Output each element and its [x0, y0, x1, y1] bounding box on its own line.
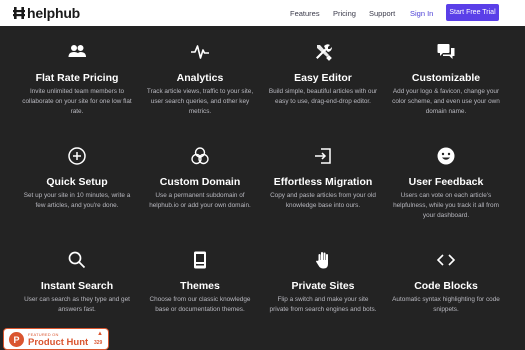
product-hunt-logo-icon: P: [9, 332, 24, 347]
feature-title: Private Sites: [291, 280, 355, 292]
feature-title: Effortless Migration: [273, 176, 373, 188]
feature-description: Invite unlimited team members to collabo…: [22, 88, 132, 115]
product-hunt-name: Product Hunt: [28, 337, 89, 348]
feature-title: Code Blocks: [414, 280, 478, 292]
theme-icon: [194, 251, 206, 269]
feature-title: Analytics: [176, 72, 224, 84]
nav-pricing-label: Pricing: [333, 8, 356, 18]
feature-flat-rate-pricing: Flat Rate Pricing Invite unlimited team …: [19, 42, 135, 117]
feature-description: User can search as they type and get ans…: [24, 296, 130, 313]
start-free-trial-button[interactable]: Start Free Trial: [446, 4, 499, 21]
import-icon: [315, 148, 331, 164]
feature-description: Add your logo & favicon, change your col…: [392, 88, 500, 115]
feature-effortless-migration: Effortless Migration Copy and paste arti…: [265, 146, 381, 211]
feature-description: Use a permanent subdomain of helphub.io …: [149, 192, 251, 209]
feature-title: Themes: [180, 280, 220, 292]
nav-signin-label: Sign In: [410, 8, 434, 18]
nav-pricing-link[interactable]: Pricing: [333, 0, 356, 26]
users-icon: [68, 45, 86, 57]
product-hunt-badge[interactable]: P FEATURED ON Product Hunt ▲ 329: [3, 328, 109, 350]
nav-features-link[interactable]: Features: [290, 0, 320, 26]
feature-description: Copy and paste articles from your old kn…: [270, 192, 376, 209]
feature-title: Customizable: [411, 72, 481, 84]
feature-code-blocks: Code Blocks Automatic syntax highlightin…: [388, 250, 504, 315]
feature-user-feedback: User Feedback Users can vote on each art…: [388, 146, 504, 221]
smile-icon: [437, 147, 455, 165]
plus-circle-icon: [68, 147, 86, 165]
feature-themes: Themes Choose from our classic knowledge…: [142, 250, 258, 315]
feature-description: Set up your site in 10 minutes, write a …: [23, 192, 131, 209]
feature-easy-editor: Easy Editor Build simple, beautiful arti…: [265, 42, 381, 107]
feature-description: Flip a switch and make your site private…: [269, 296, 377, 313]
code-icon: [436, 254, 456, 266]
nav-features-label: Features: [290, 8, 320, 18]
feature-custom-domain: Custom Domain Use a permanent subdomain …: [142, 146, 258, 211]
feature-analytics: Analytics Track article views, traffic t…: [142, 42, 258, 117]
feature-description: Track article views, traffic to your sit…: [146, 88, 254, 115]
feature-private-sites: Private Sites Flip a switch and make you…: [265, 250, 381, 315]
feature-description: Build simple, beautiful articles with ou…: [268, 88, 378, 105]
search-icon: [68, 251, 86, 269]
logo-text: helphub: [27, 5, 81, 21]
feature-quick-setup: Quick Setup Set up your site in 10 minut…: [19, 146, 135, 211]
hand-icon: [316, 252, 328, 269]
feature-title: User Feedback: [408, 176, 484, 188]
feature-title: Easy Editor: [294, 72, 352, 84]
tools-icon: [316, 44, 332, 61]
feature-title: Flat Rate Pricing: [35, 72, 119, 84]
pulse-icon: [191, 45, 209, 59]
feature-description: Automatic syntax highlighting for code s…: [392, 296, 500, 313]
upvote-arrow-icon: ▲: [97, 331, 103, 337]
product-hunt-upvote-count: 329: [94, 340, 103, 346]
feature-description: Choose from our classic knowledge base o…: [149, 296, 251, 313]
feature-title: Quick Setup: [46, 176, 108, 188]
feature-customizable: Customizable Add your logo & favicon, ch…: [388, 42, 504, 117]
logo[interactable]: helphub: [13, 5, 80, 21]
top-navbar: helphub Features Pricing Support Sign In…: [0, 0, 525, 26]
chat-icon: [437, 44, 455, 59]
nav-signin-link[interactable]: Sign In: [410, 0, 433, 26]
feature-instant-search: Instant Search User can search as they t…: [19, 250, 135, 315]
circles-icon: [191, 147, 209, 165]
feature-title: Instant Search: [40, 280, 114, 292]
helphub-logo-icon: [13, 7, 25, 19]
feature-title: Custom Domain: [159, 176, 241, 188]
nav-support-label: Support: [369, 8, 396, 18]
nav-support-link[interactable]: Support: [369, 0, 395, 26]
feature-description: Users can vote on each article's helpful…: [393, 192, 499, 219]
